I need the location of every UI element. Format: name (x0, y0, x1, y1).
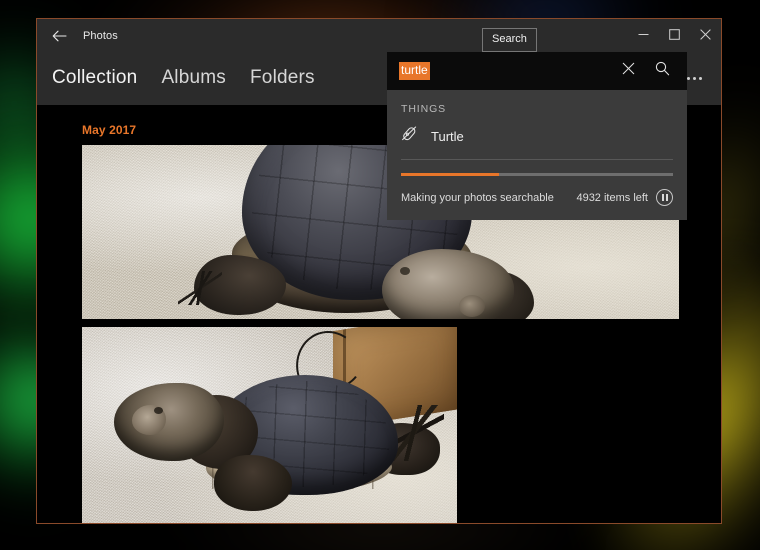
close-icon (622, 62, 635, 80)
desktop-background: Photos (0, 0, 760, 550)
turtle-front-leg (214, 455, 292, 511)
progress-right-group: 4932 items left (576, 189, 673, 206)
pause-circle-icon (662, 194, 664, 201)
minimize-button[interactable] (628, 19, 659, 53)
results-group-label: THINGS (387, 90, 687, 115)
date-group-header: May 2017 (82, 123, 136, 137)
progress-bar-track (401, 173, 673, 176)
maximize-button[interactable] (659, 19, 690, 53)
progress-status-text: Making your photos searchable (401, 192, 554, 204)
submit-search-button[interactable] (645, 52, 679, 90)
clear-search-button[interactable] (611, 52, 645, 90)
turtle-eye (400, 267, 410, 275)
search-result-item-turtle[interactable]: Turtle (387, 115, 687, 159)
maximize-icon (669, 27, 680, 45)
search-input[interactable]: turtle (399, 52, 611, 90)
back-button[interactable] (37, 19, 81, 53)
back-arrow-icon (52, 30, 67, 42)
items-left-count: 4932 items left (576, 192, 648, 204)
search-results-panel: THINGS Turtle (387, 90, 687, 220)
ellipsis-icon (699, 77, 702, 80)
tab-folders[interactable]: Folders (250, 67, 315, 91)
window-caption-buttons (628, 19, 721, 53)
ellipsis-icon (693, 77, 696, 80)
search-flyout: turtle THINGS (387, 52, 687, 220)
progress-status-row: Making your photos searchable 4932 items… (401, 189, 673, 206)
close-button[interactable] (690, 19, 721, 53)
turtle-eye (154, 407, 163, 414)
search-input-value: turtle (399, 62, 430, 80)
progress-bar-fill (401, 173, 499, 176)
search-box[interactable]: turtle (387, 52, 687, 90)
turtle-head (114, 383, 224, 461)
tag-icon (401, 125, 418, 147)
search-icon (655, 61, 670, 81)
minimize-icon (638, 27, 649, 45)
pause-circle-icon (666, 194, 668, 201)
search-tooltip: Search (482, 28, 537, 52)
title-bar: Photos (37, 19, 721, 53)
search-result-label: Turtle (431, 129, 464, 144)
indexing-progress-section: Making your photos searchable 4932 items… (387, 160, 687, 220)
app-title: Photos (83, 30, 118, 42)
turtle-claws (178, 271, 222, 305)
tab-albums[interactable]: Albums (161, 67, 226, 91)
pause-indexing-button[interactable] (656, 189, 673, 206)
photos-app-window: Photos (36, 18, 722, 524)
photo-turtle-full[interactable] (82, 327, 457, 524)
close-icon (700, 27, 711, 45)
tab-collection[interactable]: Collection (52, 67, 137, 91)
